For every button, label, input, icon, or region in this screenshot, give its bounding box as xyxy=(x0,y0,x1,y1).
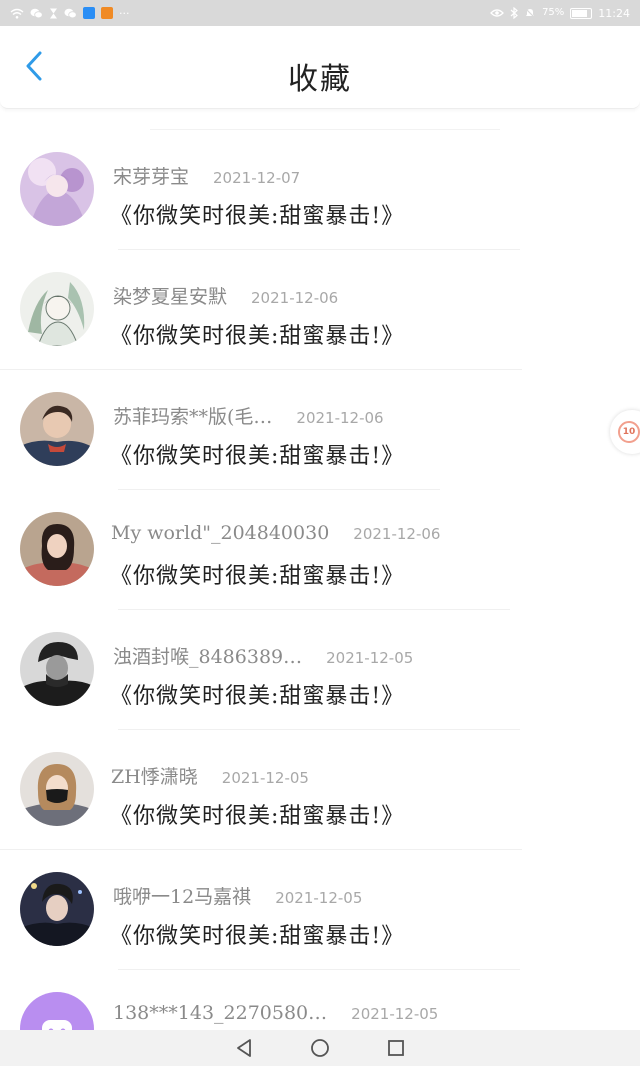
favorites-list: 宋芽芽宝 2021-12-07 《你微笑时很美:甜蜜暴击!》 染梦夏星安默 20 xyxy=(0,130,640,1066)
browser-app-icon xyxy=(83,7,95,19)
item-title[interactable]: 《你微笑时很美:甜蜜暴击!》 xyxy=(110,798,404,830)
item-title[interactable]: 《你微笑时很美:甜蜜暴击!》 xyxy=(110,198,404,230)
item-title[interactable]: 《你微笑时很美:甜蜜暴击!》 xyxy=(110,438,404,470)
item-date: 2021-12-06 xyxy=(296,409,384,427)
user-name[interactable]: 苏菲玛索**版(毛… xyxy=(113,402,272,429)
avatar[interactable] xyxy=(20,152,94,226)
item-date: 2021-12-07 xyxy=(213,169,301,187)
list-item[interactable]: 染梦夏星安默 2021-12-06 《你微笑时很美:甜蜜暴击!》 xyxy=(0,250,640,370)
status-time: 11:24 xyxy=(598,6,630,20)
item-meta: 哦咿一12马嘉祺 2021-12-05 xyxy=(113,882,362,909)
notification-off-icon xyxy=(524,7,536,19)
avatar[interactable] xyxy=(20,392,94,466)
girl-art-avatar-icon xyxy=(20,152,94,226)
wechat-icon xyxy=(30,8,43,18)
list-item[interactable]: ZH悸潇晓 2021-12-05 《你微笑时很美:甜蜜暴击!》 xyxy=(0,730,640,850)
battery-percent: 75% xyxy=(542,7,565,18)
item-meta: 染梦夏星安默 2021-12-06 xyxy=(113,282,338,309)
battery-icon xyxy=(570,7,593,19)
item-meta: 苏菲玛索**版(毛… 2021-12-06 xyxy=(113,402,384,429)
square-recents-icon xyxy=(388,1040,404,1056)
status-bar-right: 75% 11:24 xyxy=(490,7,630,19)
user-name[interactable]: 138***143_2270580… xyxy=(113,1002,327,1024)
dark-photo-avatar-icon xyxy=(20,632,94,706)
item-meta: ZH悸潇晓 2021-12-05 xyxy=(111,762,309,789)
user-name[interactable]: 哦咿一12马嘉祺 xyxy=(113,882,251,909)
status-bar-left: ··· xyxy=(10,7,130,19)
video-app-icon xyxy=(101,7,113,19)
item-date: 2021-12-05 xyxy=(351,1005,439,1023)
user-name[interactable]: ZH悸潇晓 xyxy=(111,762,198,789)
nav-home-button[interactable] xyxy=(308,1036,332,1060)
item-title[interactable]: 《你微笑时很美:甜蜜暴击!》 xyxy=(110,318,404,350)
avatar[interactable] xyxy=(20,272,94,346)
user-name[interactable]: 染梦夏星安默 xyxy=(113,282,227,309)
user-name[interactable]: 浊酒封喉_8486389… xyxy=(113,642,302,669)
list-item[interactable]: 苏菲玛索**版(毛… 2021-12-06 《你微笑时很美:甜蜜暴击!》 xyxy=(0,370,640,490)
wifi-icon xyxy=(10,8,24,19)
more-notifications-icon: ··· xyxy=(119,6,130,20)
item-title[interactable]: 《你微笑时很美:甜蜜暴击!》 xyxy=(110,918,404,950)
girl-photo-avatar-icon xyxy=(20,512,94,586)
page-title: 收藏 xyxy=(288,62,352,97)
item-date: 2021-12-06 xyxy=(251,289,339,307)
nav-recents-button[interactable] xyxy=(384,1036,408,1060)
system-nav-bar xyxy=(0,1030,640,1066)
nav-back-button[interactable] xyxy=(232,1036,256,1060)
hourglass-icon xyxy=(50,8,57,18)
avatar[interactable] xyxy=(20,512,94,586)
list-item[interactable]: 宋芽芽宝 2021-12-07 《你微笑时很美:甜蜜暴击!》 xyxy=(0,130,640,250)
floating-bubble-badge: 10 xyxy=(618,421,640,443)
item-date: 2021-12-05 xyxy=(326,649,414,667)
list-item[interactable]: My world"_204840030 2021-12-06 《你微笑时很美:甜… xyxy=(0,490,640,610)
mask-girl-avatar-icon xyxy=(20,752,94,826)
avatar[interactable] xyxy=(20,752,94,826)
item-meta: 138***143_2270580… 2021-12-05 xyxy=(113,1002,438,1024)
item-meta: 浊酒封喉_8486389… 2021-12-05 xyxy=(113,642,413,669)
avatar[interactable] xyxy=(20,632,94,706)
bluetooth-icon xyxy=(510,7,518,19)
list-item[interactable]: 浊酒封喉_8486389… 2021-12-05 《你微笑时很美:甜蜜暴击!》 xyxy=(0,610,640,730)
eye-icon xyxy=(490,9,504,17)
user-name[interactable]: My world"_204840030 xyxy=(111,522,329,544)
wechat-icon-2 xyxy=(64,8,77,18)
list-item[interactable]: 哦咿一12马嘉祺 2021-12-05 《你微笑时很美:甜蜜暴击!》 xyxy=(0,850,640,970)
item-date: 2021-12-05 xyxy=(275,889,363,907)
item-date: 2021-12-06 xyxy=(353,525,441,543)
item-meta: 宋芽芽宝 2021-12-07 xyxy=(113,162,300,189)
night-boy-avatar-icon xyxy=(20,872,94,946)
item-date: 2021-12-05 xyxy=(221,769,309,787)
user-name[interactable]: 宋芽芽宝 xyxy=(113,162,189,189)
header: 收藏 xyxy=(0,26,640,109)
item-meta: My world"_204840030 2021-12-06 xyxy=(111,522,440,544)
sketch-avatar-icon xyxy=(20,272,94,346)
avatar[interactable] xyxy=(20,872,94,946)
circle-home-icon xyxy=(311,1039,329,1057)
screen: ··· 75% 11:24 收藏 宋芽芽宝 2021-12-07 《你微笑时很美… xyxy=(0,0,640,1066)
status-bar: ··· 75% 11:24 xyxy=(0,0,640,26)
triangle-back-icon xyxy=(237,1039,251,1057)
boy-photo-avatar-icon xyxy=(20,392,94,466)
item-title[interactable]: 《你微笑时很美:甜蜜暴击!》 xyxy=(110,678,404,710)
item-title[interactable]: 《你微笑时很美:甜蜜暴击!》 xyxy=(110,558,404,590)
